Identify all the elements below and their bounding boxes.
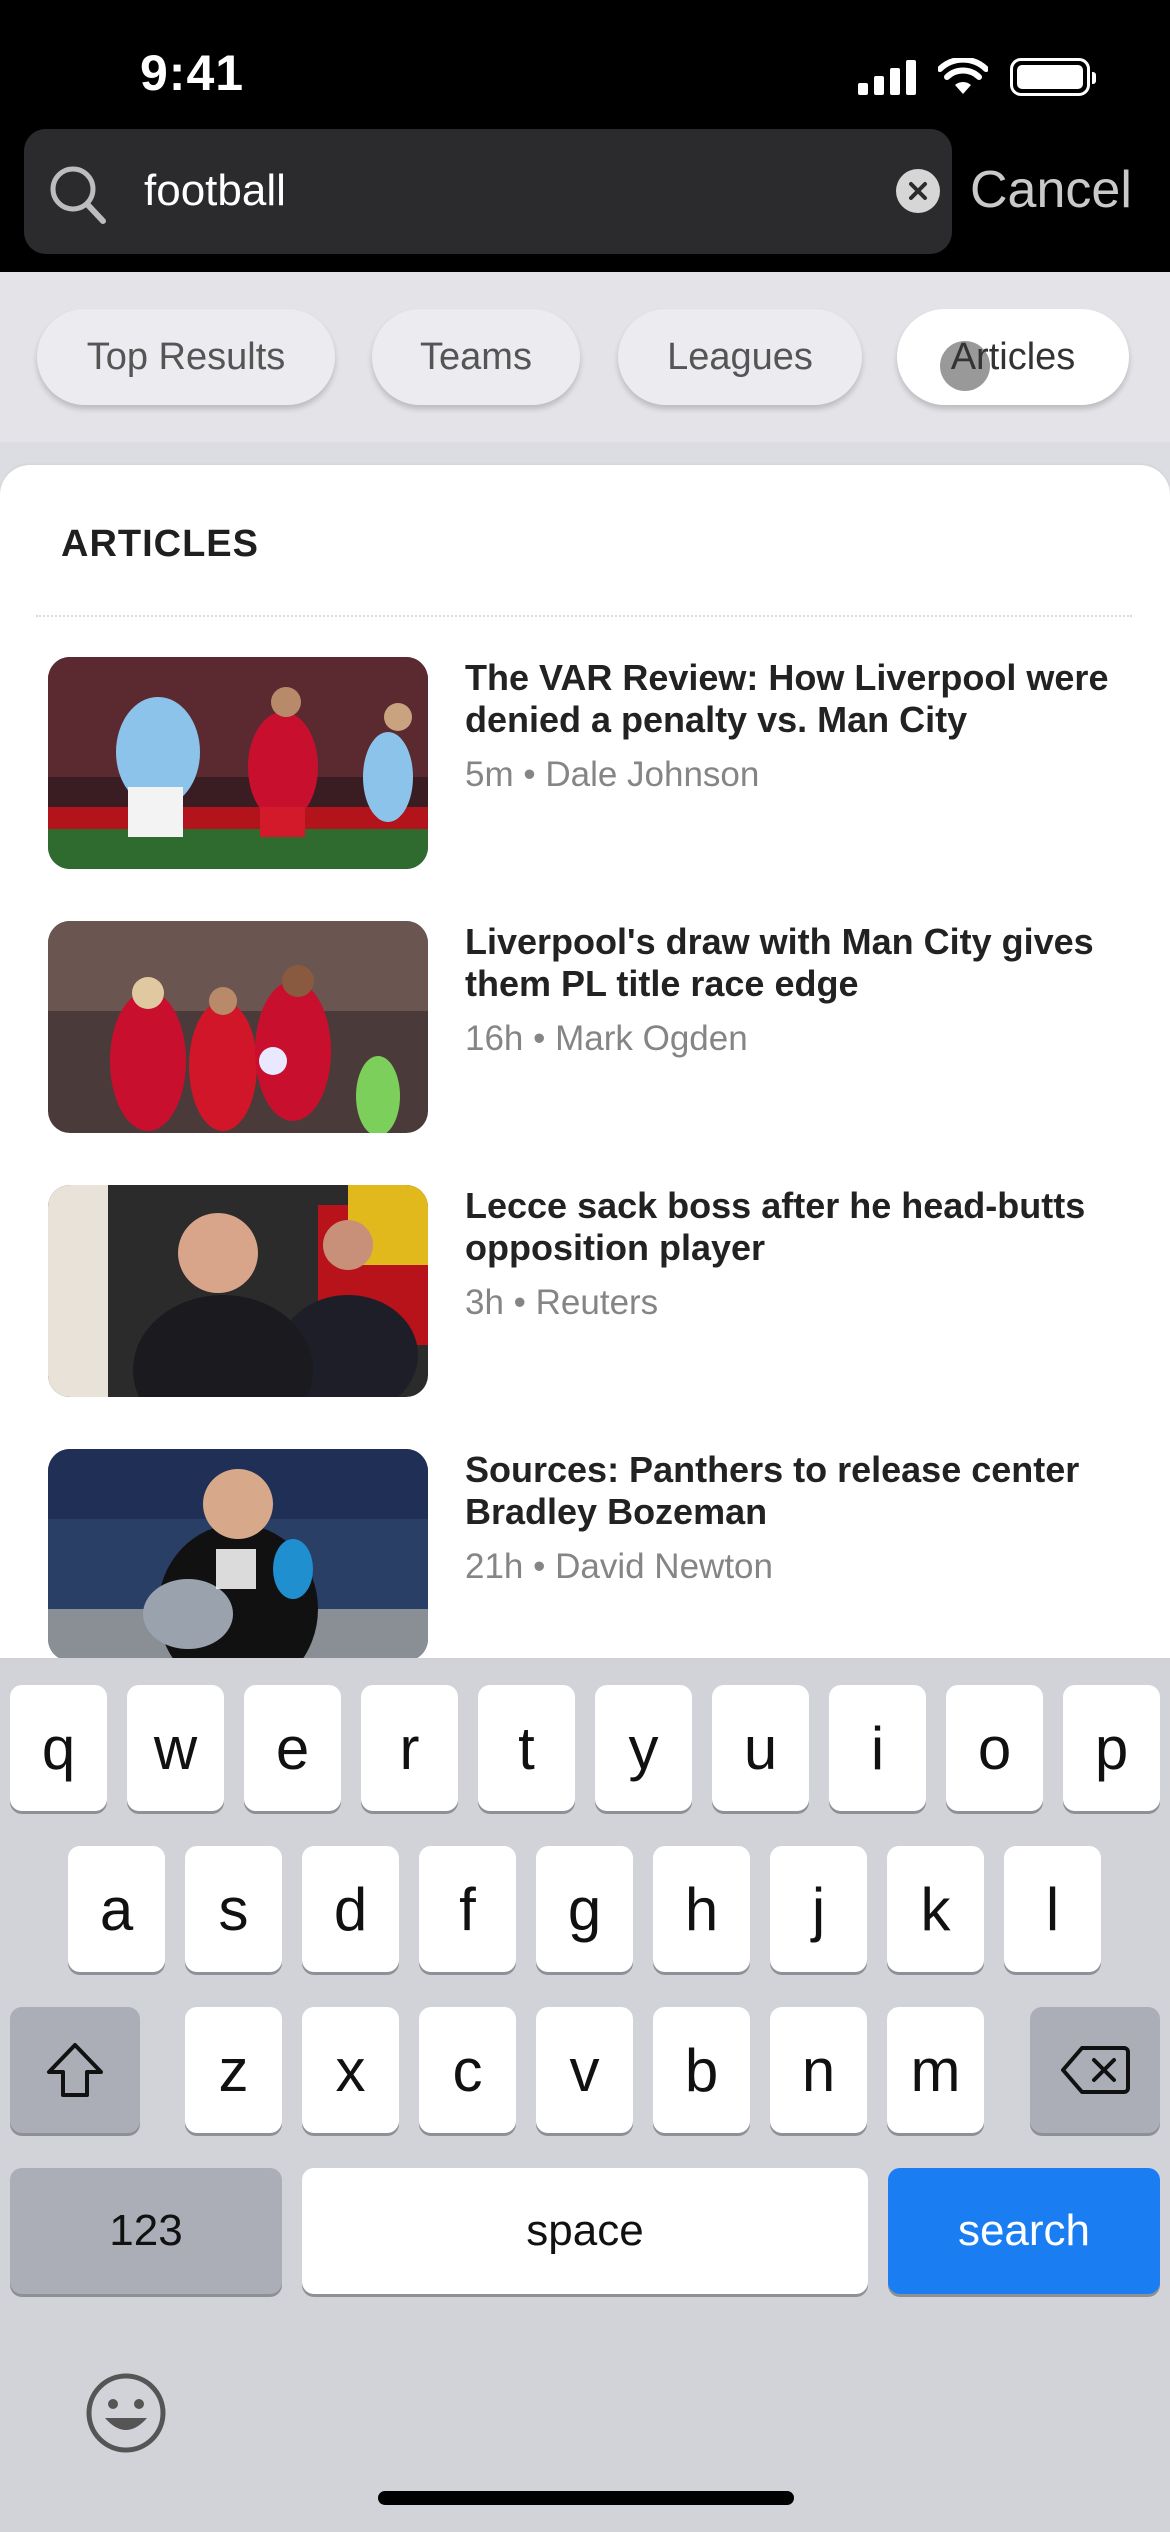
key-n[interactable]: n [770,2007,867,2133]
chip-label: Articles [950,335,1076,378]
key-f[interactable]: f [419,1846,516,1972]
shift-icon [47,2043,103,2097]
key-r[interactable]: r [361,1685,458,1811]
key-x[interactable]: x [302,2007,399,2133]
search-input[interactable] [144,159,844,223]
key-j[interactable]: j [770,1846,867,1972]
article-item[interactable]: Lecce sack boss after he head-butts oppo… [0,1185,1170,1405]
status-icons [858,58,1096,96]
key-p[interactable]: p [1063,1685,1160,1811]
article-headline: Lecce sack boss after he head-butts oppo… [465,1185,1086,1268]
shift-key[interactable] [10,2007,140,2133]
key-k[interactable]: k [887,1846,984,1972]
key-c[interactable]: c [419,2007,516,2133]
results-card: ARTICLES The VAR Review: How Liverpool w… [0,465,1170,1661]
article-headline: Liverpool's draw with Man City gives the… [465,921,1094,1004]
filter-chips: Top Results Teams Leagues Articles [0,272,1170,442]
article-thumbnail [48,1449,428,1661]
clear-search-button[interactable] [896,169,940,213]
home-indicator [378,2491,794,2505]
keyboard: q w e r t y u i o p a s d f g h j k l z … [0,1658,1170,2532]
chip-leagues[interactable]: Leagues [618,309,862,405]
section-title: ARTICLES [61,523,259,565]
key-q[interactable]: q [10,1685,107,1811]
article-item[interactable]: Sources: Panthers to release center Brad… [0,1449,1170,1669]
search-icon [50,166,106,224]
key-y[interactable]: y [595,1685,692,1811]
key-g[interactable]: g [536,1846,633,1972]
cancel-button[interactable]: Cancel [970,160,1132,220]
key-v[interactable]: v [536,2007,633,2133]
article-thumbnail [48,1185,428,1397]
article-meta: 5m • Dale Johnson [465,755,760,794]
key-b[interactable]: b [653,2007,750,2133]
chip-label: Top Results [86,335,286,378]
key-t[interactable]: t [478,1685,575,1811]
key-h[interactable]: h [653,1846,750,1972]
key-l[interactable]: l [1004,1846,1101,1972]
key-i[interactable]: i [829,1685,926,1811]
key-s[interactable]: s [185,1846,282,1972]
key-e[interactable]: e [244,1685,341,1811]
article-meta: 3h • Reuters [465,1283,659,1322]
article-item[interactable]: Liverpool's draw with Man City gives the… [0,921,1170,1141]
search-field[interactable] [24,129,952,254]
numbers-key[interactable]: 123 [10,2168,282,2294]
article-item[interactable]: The VAR Review: How Liverpool were denie… [0,657,1170,877]
cellular-signal-icon [858,59,916,95]
emoji-icon[interactable] [85,2372,167,2454]
article-headline: The VAR Review: How Liverpool were denie… [465,657,1109,740]
article-thumbnail [48,921,428,1133]
chip-articles[interactable]: Articles [897,309,1129,405]
article-meta: 21h • David Newton [465,1547,773,1586]
chip-label: Teams [420,335,532,378]
key-o[interactable]: o [946,1685,1043,1811]
top-bar: 9:41 [0,0,1170,272]
chip-top-results[interactable]: Top Results [37,309,335,405]
key-z[interactable]: z [185,2007,282,2133]
delete-key[interactable] [1030,2007,1160,2133]
space-key[interactable]: space [302,2168,868,2294]
key-d[interactable]: d [302,1846,399,1972]
key-m[interactable]: m [887,2007,984,2133]
key-a[interactable]: a [68,1846,165,1972]
divider [36,615,1132,617]
key-w[interactable]: w [127,1685,224,1811]
close-icon [909,182,927,200]
chip-teams[interactable]: Teams [372,309,580,405]
article-meta: 16h • Mark Ogden [465,1019,748,1058]
delete-icon [1061,2046,1130,2094]
chip-label: Leagues [667,335,813,378]
article-thumbnail [48,657,428,869]
search-key[interactable]: search [888,2168,1160,2294]
wifi-icon [938,58,988,94]
battery-icon [1010,58,1096,96]
status-time: 9:41 [140,45,245,101]
key-u[interactable]: u [712,1685,809,1811]
article-headline: Sources: Panthers to release center Brad… [465,1449,1080,1532]
